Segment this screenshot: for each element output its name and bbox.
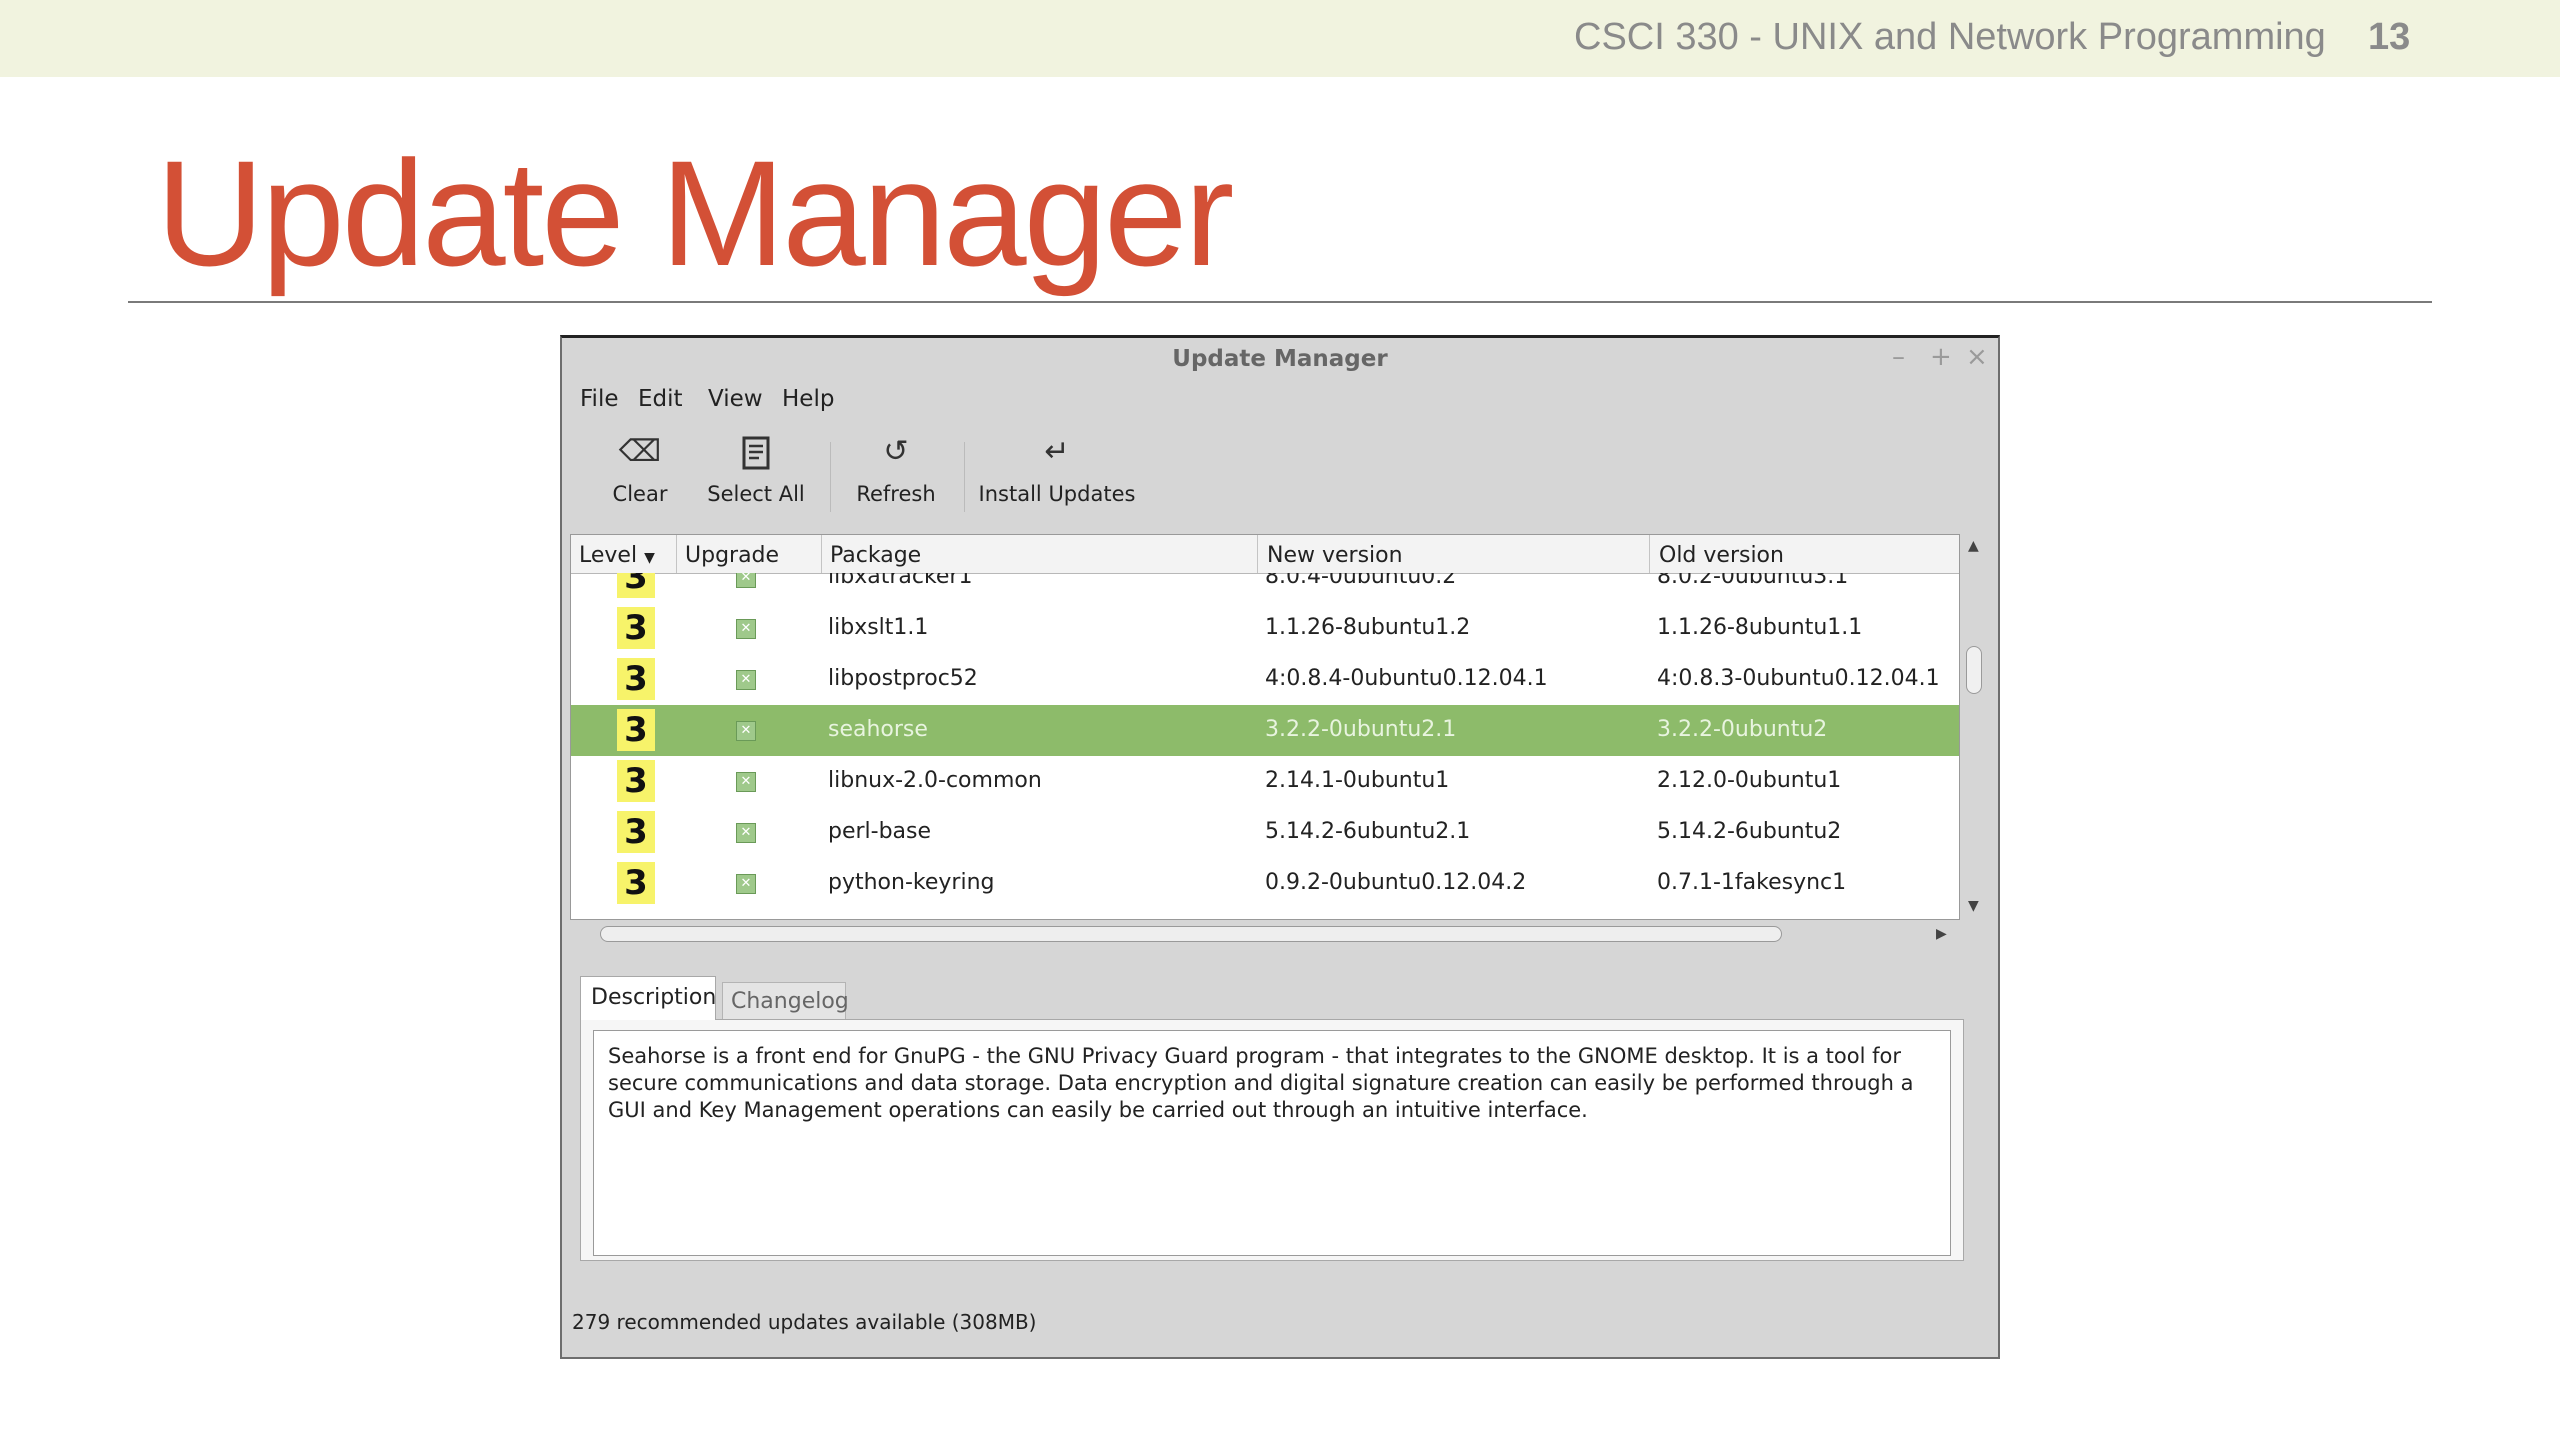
sort-down-icon: ▼ xyxy=(644,550,655,566)
table-row[interactable]: 3 ✕ perl-base 5.14.2-6ubuntu2.1 5.14.2-6… xyxy=(571,807,1959,858)
update-list: Level ▼ Upgrade Package New version Old … xyxy=(570,534,1960,920)
column-divider xyxy=(676,535,677,573)
description-text: Seahorse is a front end for GnuPG - the … xyxy=(593,1030,1951,1256)
new-version: 2.14.1-0ubuntu1 xyxy=(1265,768,1450,793)
horizontal-scrollbar[interactable]: ▶ xyxy=(570,922,1960,946)
new-version: 8.0.4-0ubuntu0.2 xyxy=(1265,573,1457,589)
old-version: 5.14.2-6ubuntu2 xyxy=(1657,819,1842,844)
select-all-icon xyxy=(694,430,818,474)
level-badge: 3 xyxy=(617,760,655,802)
slide-number: 13 xyxy=(2368,16,2411,58)
scroll-right-icon[interactable]: ▶ xyxy=(1936,926,1947,942)
slide-title: Update Manager xyxy=(156,129,1234,297)
menu-help[interactable]: Help xyxy=(782,386,834,412)
refresh-button[interactable]: ↺ Refresh xyxy=(838,430,954,506)
column-upgrade[interactable]: Upgrade xyxy=(685,543,779,568)
old-version: 0.7.1-1fakesync1 xyxy=(1657,870,1847,895)
column-divider xyxy=(1649,535,1650,573)
menu-file[interactable]: File xyxy=(580,386,619,412)
tab-panel: Seahorse is a front end for GnuPG - the … xyxy=(580,1019,1964,1261)
minimize-icon[interactable]: – xyxy=(1892,342,1905,372)
scroll-down-icon[interactable]: ▼ xyxy=(1968,898,1979,914)
maximize-icon[interactable]: + xyxy=(1930,342,1952,372)
menu-view[interactable]: View xyxy=(708,386,763,412)
upgrade-checkbox[interactable]: ✕ xyxy=(736,874,756,894)
level-badge: 3 xyxy=(617,811,655,853)
level-badge: 3 xyxy=(617,607,655,649)
upgrade-checkbox[interactable]: ✕ xyxy=(736,823,756,843)
list-rows: 3 ✕ libxatracker1 8.0.4-0ubuntu0.2 8.0.2… xyxy=(571,573,1959,919)
package-name: python-keyring xyxy=(828,870,995,895)
old-version: 3.2.2-0ubuntu2 xyxy=(1657,717,1828,742)
package-name: seahorse xyxy=(828,717,928,742)
new-version: 4:0.8.4-0ubuntu0.12.04.1 xyxy=(1265,666,1548,691)
table-row[interactable]: 3 ✕ libnux-2.0-common 2.14.1-0ubuntu1 2.… xyxy=(571,756,1959,807)
tab-changelog[interactable]: Changelog xyxy=(722,982,849,1020)
install-updates-label: Install Updates xyxy=(978,482,1136,506)
upgrade-checkbox[interactable]: ✕ xyxy=(736,619,756,639)
table-row[interactable]: 3 ✕ python-keyring 0.9.2-0ubuntu0.12.04.… xyxy=(571,858,1959,909)
install-updates-button[interactable]: ↵ Install Updates xyxy=(972,430,1142,506)
upgrade-checkbox[interactable]: ✕ xyxy=(736,670,756,690)
select-all-label: Select All xyxy=(707,482,805,506)
clear-label: Clear xyxy=(612,482,668,506)
scroll-up-icon[interactable]: ▲ xyxy=(1968,538,1979,554)
title-divider xyxy=(128,301,2432,303)
new-version: 3.2.2-0ubuntu2.1 xyxy=(1265,717,1457,742)
new-version: 1.1.26-8ubuntu1.2 xyxy=(1265,615,1471,640)
level-badge: 3 xyxy=(617,658,655,700)
upgrade-checkbox[interactable]: ✕ xyxy=(736,573,756,588)
close-icon[interactable]: × xyxy=(1966,342,1988,372)
column-level[interactable]: Level ▼ xyxy=(579,543,655,568)
package-name: libnux-2.0-common xyxy=(828,768,1042,793)
old-version: 4:0.8.3-0ubuntu0.12.04.1 xyxy=(1657,666,1940,691)
package-name: libpostproc52 xyxy=(828,666,978,691)
select-all-button[interactable]: Select All xyxy=(694,430,818,506)
refresh-label: Refresh xyxy=(856,482,936,506)
horizontal-scroll-thumb[interactable] xyxy=(600,926,1782,942)
status-text: 279 recommended updates available (308MB… xyxy=(572,1310,1037,1334)
clear-button[interactable]: ⌫ Clear xyxy=(600,430,680,506)
old-version: 1.1.26-8ubuntu1.1 xyxy=(1657,615,1863,640)
install-icon: ↵ xyxy=(1044,434,1070,469)
old-version: 2.12.0-0ubuntu1 xyxy=(1657,768,1842,793)
package-name: perl-base xyxy=(828,819,932,844)
table-row[interactable]: 3 ✕ libpostproc52 4:0.8.4-0ubuntu0.12.04… xyxy=(571,654,1959,705)
table-row-selected[interactable]: 3 ✕ seahorse 3.2.2-0ubuntu2.1 3.2.2-0ubu… xyxy=(571,705,1959,756)
column-new-version[interactable]: New version xyxy=(1267,543,1403,568)
tab-description[interactable]: Description xyxy=(580,976,716,1020)
toolbar: ⌫ Clear Select All ↺ Refresh ↵ Install U… xyxy=(562,430,1998,530)
column-divider xyxy=(821,535,822,573)
list-header: Level ▼ Upgrade Package New version Old … xyxy=(571,535,1959,574)
package-name: libxatracker1 xyxy=(828,573,973,589)
upgrade-checkbox[interactable]: ✕ xyxy=(736,772,756,792)
update-manager-window: Update Manager – + × File Edit View Help… xyxy=(560,335,2000,1359)
toolbar-separator xyxy=(964,442,965,512)
window-title: Update Manager xyxy=(1172,346,1388,372)
level-badge: 3 xyxy=(617,573,655,598)
menu-edit[interactable]: Edit xyxy=(638,386,683,412)
level-badge: 3 xyxy=(617,862,655,904)
upgrade-checkbox[interactable]: ✕ xyxy=(736,721,756,741)
old-version: 8.0.2-0ubuntu3.1 xyxy=(1657,573,1849,589)
new-version: 0.9.2-0ubuntu0.12.04.2 xyxy=(1265,870,1527,895)
package-name: libxslt1.1 xyxy=(828,615,929,640)
new-version: 5.14.2-6ubuntu2.1 xyxy=(1265,819,1471,844)
column-divider xyxy=(1257,535,1258,573)
column-package[interactable]: Package xyxy=(830,543,921,568)
vertical-scroll-thumb[interactable] xyxy=(1966,646,1982,694)
table-row[interactable]: 3 ✕ libxatracker1 8.0.4-0ubuntu0.2 8.0.2… xyxy=(571,573,1959,603)
vertical-scrollbar[interactable]: ▲ ▼ xyxy=(1962,534,1986,920)
column-old-version[interactable]: Old version xyxy=(1659,543,1784,568)
level-badge: 3 xyxy=(617,709,655,751)
refresh-icon: ↺ xyxy=(883,434,909,469)
course-title: CSCI 330 - UNIX and Network Programming xyxy=(1574,16,2326,58)
toolbar-separator xyxy=(830,442,831,512)
window-titlebar[interactable]: Update Manager – + × xyxy=(562,338,1998,386)
clear-icon: ⌫ xyxy=(618,434,662,469)
table-row[interactable]: 3 ✕ libxslt1.1 1.1.26-8ubuntu1.2 1.1.26-… xyxy=(571,603,1959,654)
